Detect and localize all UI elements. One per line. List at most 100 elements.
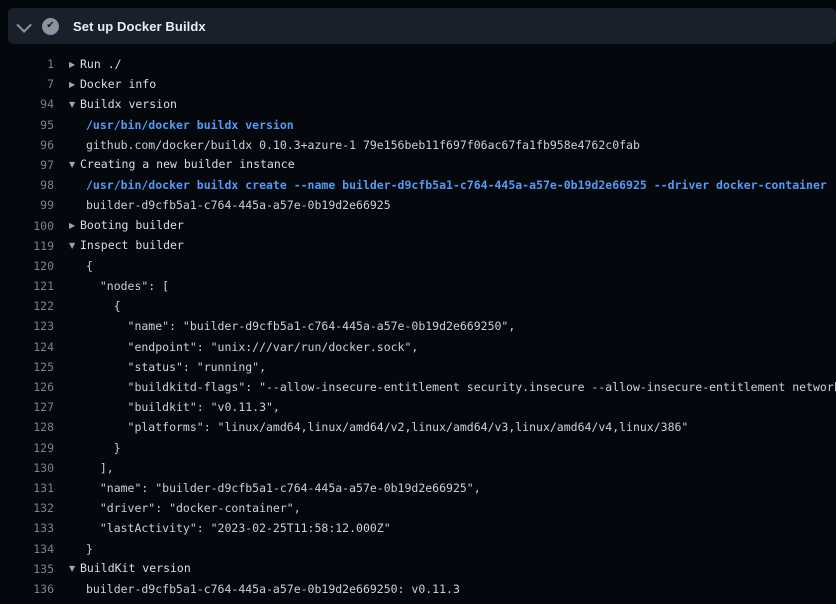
line-number[interactable]: 119: [0, 236, 54, 256]
line-number[interactable]: 99: [0, 195, 54, 215]
log-output-text: github.com/docker/buildx 0.10.3+azure-1 …: [54, 135, 836, 155]
log-line: 125 "status": "running",: [0, 357, 836, 377]
check-circle-icon: ✔: [42, 18, 59, 35]
log-line: 121 "nodes": [: [0, 276, 836, 296]
line-number[interactable]: 132: [0, 498, 54, 518]
log-line: 128 "platforms": "linux/amd64,linux/amd6…: [0, 417, 836, 437]
chevron-down-icon[interactable]: [8, 8, 42, 44]
line-number[interactable]: 136: [0, 579, 54, 599]
line-number[interactable]: 130: [0, 458, 54, 478]
log-group-toggle[interactable]: ▶Docker info: [54, 74, 836, 94]
log-output-text: "driver": "docker-container",: [54, 498, 836, 518]
line-number[interactable]: 7: [0, 74, 54, 94]
line-number[interactable]: 96: [0, 135, 54, 155]
log-group-toggle[interactable]: ▶Booting builder: [54, 216, 836, 236]
log-line: 131 "name": "builder-d9cfb5a1-c764-445a-…: [0, 478, 836, 498]
log-group-toggle[interactable]: ▼Creating a new builder instance: [54, 155, 836, 175]
line-number[interactable]: 127: [0, 397, 54, 417]
line-number[interactable]: 125: [0, 357, 54, 377]
log-output-text: "name": "builder-d9cfb5a1-c764-445a-a57e…: [54, 316, 836, 336]
log-area: 1 ▶Run ./ 7 ▶Docker info 94 ▼Buildx vers…: [0, 54, 836, 599]
log-line: 132 "driver": "docker-container",: [0, 498, 836, 518]
log-output-text: "buildkitd-flags": "--allow-insecure-ent…: [54, 377, 836, 397]
log-line: 124 "endpoint": "unix:///var/run/docker.…: [0, 337, 836, 357]
log-output-text: "buildkit": "v0.11.3",: [54, 397, 836, 417]
log-line: 133 "lastActivity": "2023-02-25T11:58:12…: [0, 518, 836, 538]
log-output-text: builder-d9cfb5a1-c764-445a-a57e-0b19d2e6…: [54, 579, 836, 599]
line-number[interactable]: 128: [0, 417, 54, 437]
line-number[interactable]: 134: [0, 539, 54, 559]
log-output-text: {: [54, 256, 836, 276]
log-line: 100 ▶Booting builder: [0, 216, 836, 236]
triangle-down-icon: ▼: [69, 95, 80, 115]
line-number[interactable]: 129: [0, 438, 54, 458]
log-line: 120 {: [0, 256, 836, 276]
log-group-toggle[interactable]: ▼Inspect builder: [54, 236, 836, 256]
log-group-title: Run ./: [80, 57, 122, 71]
log-output-text: "platforms": "linux/amd64,linux/amd64/v2…: [54, 417, 836, 437]
log-output-text: }: [54, 438, 836, 458]
log-group-toggle[interactable]: ▶Run ./: [54, 54, 836, 74]
log-output-text: {: [54, 296, 836, 316]
log-output-text: "lastActivity": "2023-02-25T11:58:12.000…: [54, 518, 836, 538]
line-number[interactable]: 94: [0, 94, 54, 114]
log-line: 99 builder-d9cfb5a1-c764-445a-a57e-0b19d…: [0, 195, 836, 215]
log-line: 97 ▼Creating a new builder instance: [0, 155, 836, 175]
line-number[interactable]: 95: [0, 115, 54, 135]
log-line: 136 builder-d9cfb5a1-c764-445a-a57e-0b19…: [0, 579, 836, 599]
line-number[interactable]: 97: [0, 155, 54, 175]
line-number[interactable]: 131: [0, 478, 54, 498]
log-group-title: Inspect builder: [80, 238, 184, 252]
log-line: 94 ▼Buildx version: [0, 94, 836, 114]
line-number[interactable]: 121: [0, 276, 54, 296]
line-number[interactable]: 123: [0, 316, 54, 336]
log-group-title: Creating a new builder instance: [80, 157, 295, 171]
log-line: 134 }: [0, 539, 836, 559]
log-line: 129 }: [0, 438, 836, 458]
log-group-toggle[interactable]: ▼Buildx version: [54, 94, 836, 114]
triangle-down-icon: ▼: [69, 155, 80, 175]
line-number[interactable]: 133: [0, 518, 54, 538]
line-number[interactable]: 98: [0, 175, 54, 195]
triangle-down-icon: ▼: [69, 559, 80, 579]
log-line: 127 "buildkit": "v0.11.3",: [0, 397, 836, 417]
log-output-text: "endpoint": "unix:///var/run/docker.sock…: [54, 337, 836, 357]
triangle-right-icon: ▶: [69, 216, 80, 236]
log-line: 7 ▶Docker info: [0, 74, 836, 94]
line-number[interactable]: 1: [0, 54, 54, 74]
log-group-toggle[interactable]: ▼BuildKit version: [54, 559, 836, 579]
log-group-title: Buildx version: [80, 97, 177, 111]
triangle-right-icon: ▶: [69, 55, 80, 75]
line-number[interactable]: 100: [0, 216, 54, 236]
log-line: 122 {: [0, 296, 836, 316]
line-number[interactable]: 122: [0, 296, 54, 316]
line-number[interactable]: 124: [0, 337, 54, 357]
log-line: 95 /usr/bin/docker buildx version: [0, 115, 836, 135]
log-command-text: /usr/bin/docker buildx version: [54, 115, 836, 135]
log-output-text: "name": "builder-d9cfb5a1-c764-445a-a57e…: [54, 478, 836, 498]
log-line: 1 ▶Run ./: [0, 54, 836, 74]
log-output-text: "status": "running",: [54, 357, 836, 377]
log-command-text: /usr/bin/docker buildx create --name bui…: [54, 175, 836, 195]
triangle-down-icon: ▼: [69, 236, 80, 256]
log-output-text: }: [54, 539, 836, 559]
step-header[interactable]: ✔ Set up Docker Buildx: [8, 8, 836, 44]
log-line: 123 "name": "builder-d9cfb5a1-c764-445a-…: [0, 316, 836, 336]
log-group-title: Booting builder: [80, 218, 184, 232]
line-number[interactable]: 126: [0, 377, 54, 397]
log-line: 135 ▼BuildKit version: [0, 559, 836, 579]
log-line: 96 github.com/docker/buildx 0.10.3+azure…: [0, 135, 836, 155]
line-number[interactable]: 135: [0, 559, 54, 579]
step-title: Set up Docker Buildx: [73, 19, 206, 34]
log-group-title: BuildKit version: [80, 561, 191, 575]
log-output-text: builder-d9cfb5a1-c764-445a-a57e-0b19d2e6…: [54, 195, 836, 215]
log-output-text: ],: [54, 458, 836, 478]
triangle-right-icon: ▶: [69, 75, 80, 95]
log-output-text: "nodes": [: [54, 276, 836, 296]
log-line: 130 ],: [0, 458, 836, 478]
line-number[interactable]: 120: [0, 256, 54, 276]
log-line: 126 "buildkitd-flags": "--allow-insecure…: [0, 377, 836, 397]
log-group-title: Docker info: [80, 77, 156, 91]
log-line: 98 /usr/bin/docker buildx create --name …: [0, 175, 836, 195]
log-line: 119 ▼Inspect builder: [0, 236, 836, 256]
